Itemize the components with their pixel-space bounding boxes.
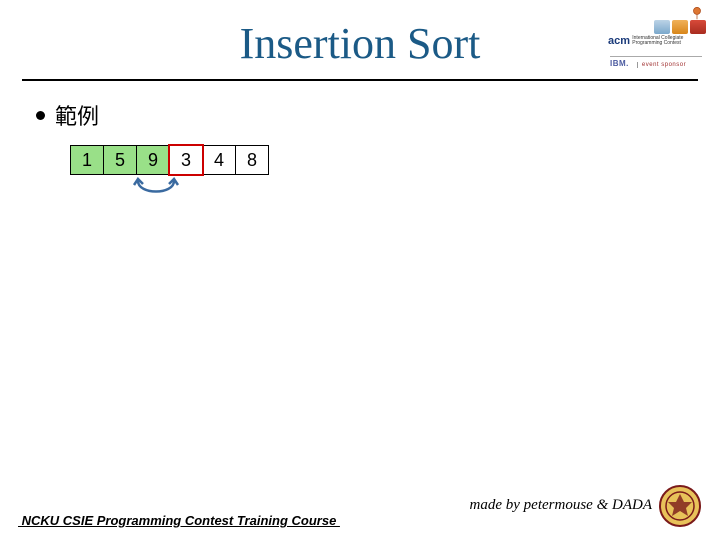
array-cell: 1 bbox=[70, 145, 104, 175]
array-cell: 4 bbox=[202, 145, 236, 175]
balloon-icon bbox=[690, 6, 704, 20]
array-visualization: 1 5 9 3 4 8 bbox=[70, 145, 684, 175]
array-cell: 8 bbox=[235, 145, 269, 175]
color-boxes-icon bbox=[654, 20, 706, 34]
swap-arrow-icon bbox=[132, 177, 180, 201]
array-cell: 5 bbox=[103, 145, 137, 175]
ibm-sponsor-text: IBM.event sponsor bbox=[610, 56, 702, 68]
footer-credit: made by petermouse & DADA bbox=[470, 497, 652, 514]
example-label: 範例 bbox=[55, 99, 99, 131]
acm-logo-text: acm International CollegiateProgramming … bbox=[608, 36, 683, 47]
university-seal-icon bbox=[658, 484, 702, 528]
top-right-logos: acm International CollegiateProgramming … bbox=[608, 6, 710, 68]
array-cell-current: 3 bbox=[169, 145, 203, 175]
footer-course-name: NCKU CSIE Programming Contest Training C… bbox=[18, 513, 340, 528]
bullet-example: 範例 bbox=[36, 99, 684, 131]
slide-footer: NCKU CSIE Programming Contest Training C… bbox=[0, 484, 720, 528]
bullet-dot-icon bbox=[36, 111, 45, 120]
array-cell: 9 bbox=[136, 145, 170, 175]
slide-content: 範例 1 5 9 3 4 8 bbox=[0, 81, 720, 201]
